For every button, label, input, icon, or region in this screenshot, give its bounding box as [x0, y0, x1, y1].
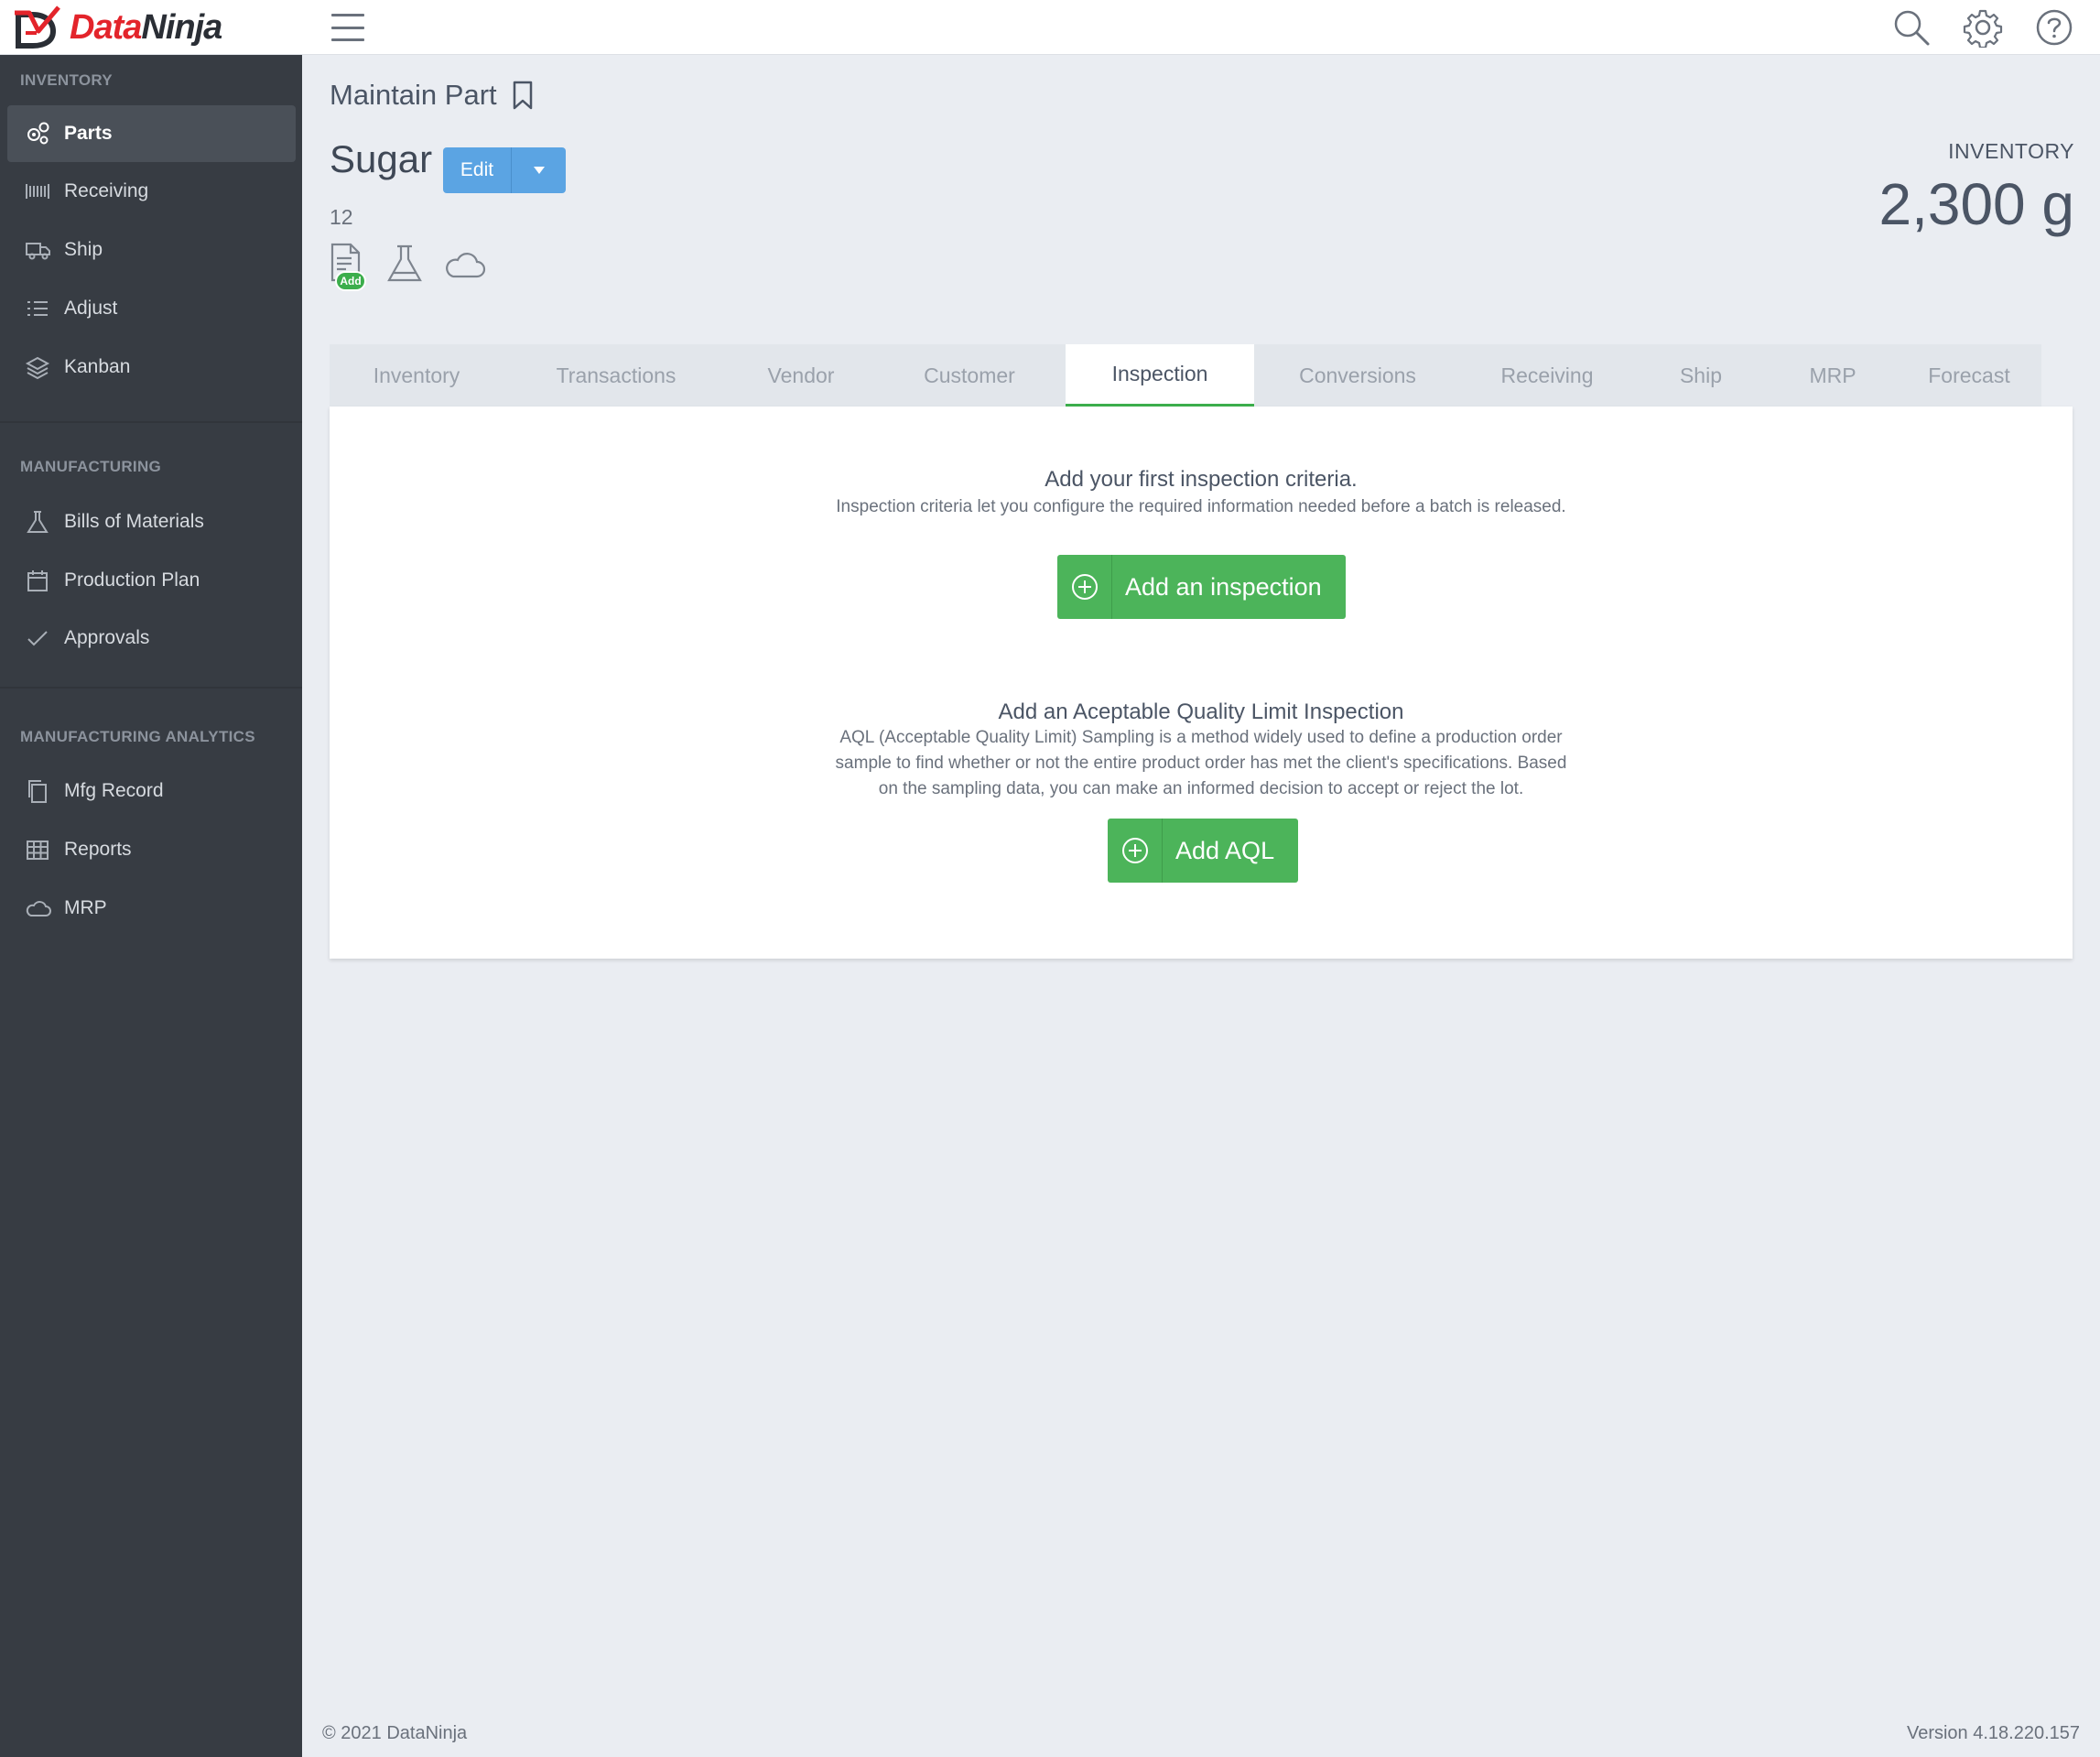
sidebar-item-label: Production Plan	[64, 569, 200, 591]
edit-dropdown-toggle[interactable]	[511, 147, 566, 193]
sidebar-item-label: Reports	[64, 839, 132, 860]
inspection-description: Inspection criteria let you configure th…	[836, 497, 1566, 516]
sidebar-item-label: Kanban	[64, 356, 131, 377]
app-logo[interactable]: DataNinja	[13, 5, 222, 49]
part-number: 12	[330, 205, 353, 229]
tab-mrp[interactable]: MRP	[1769, 344, 1897, 407]
layers-icon	[24, 353, 51, 381]
gears-icon	[24, 120, 51, 147]
menu-icon[interactable]	[330, 11, 366, 44]
sidebar-item-parts[interactable]: Parts	[7, 105, 296, 162]
aql-description-line-2: sample to find whether or not the entire…	[835, 754, 1567, 773]
sidebar-item-production-plan[interactable]: Production Plan	[7, 552, 296, 609]
tab-ship[interactable]: Ship	[1633, 344, 1769, 407]
flask-icon[interactable]	[384, 242, 425, 286]
sidebar: INVENTORY Parts Receiving Ship Adjust Ka…	[0, 55, 302, 1757]
barcode-icon	[24, 178, 51, 205]
search-icon[interactable]	[1891, 7, 1932, 48]
part-tabs: Inventory Transactions Vendor Customer I…	[330, 344, 2041, 407]
tab-transactions[interactable]: Transactions	[503, 344, 729, 407]
sidebar-item-label: Parts	[64, 123, 113, 144]
sidebar-item-ship[interactable]: Ship	[7, 222, 296, 278]
caret-down-icon	[533, 167, 545, 174]
part-name: Sugar	[330, 137, 433, 180]
add-aql-label: Add AQL	[1175, 836, 1275, 864]
sidebar-item-mrp[interactable]: MRP	[7, 880, 296, 937]
sidebar-item-label: MRP	[64, 897, 107, 918]
sidebar-item-bills-of-materials[interactable]: Bills of Materials	[7, 493, 296, 550]
bookmark-icon[interactable]	[510, 80, 536, 111]
sidebar-divider	[0, 687, 302, 689]
tab-receiving[interactable]: Receiving	[1461, 344, 1633, 407]
sidebar-item-label: Adjust	[64, 298, 118, 319]
sidebar-section-inventory: INVENTORY	[20, 71, 113, 89]
flask-icon	[24, 508, 51, 536]
add-inspection-label: Add an inspection	[1125, 572, 1322, 601]
sidebar-item-kanban[interactable]: Kanban	[7, 339, 296, 396]
aql-intro: Add an Aceptable Quality Limit Inspectio…	[330, 700, 2073, 802]
sidebar-item-label: Approvals	[64, 627, 150, 648]
page-title: Maintain Part	[330, 79, 536, 112]
sidebar-section-manufacturing: MANUFACTURING	[20, 458, 162, 475]
tab-forecast[interactable]: Forecast	[1897, 344, 2041, 407]
aql-description-line-1: AQL (Acceptable Quality Limit) Sampling …	[839, 728, 1563, 747]
aql-title: Add an Aceptable Quality Limit Inspectio…	[998, 700, 1404, 724]
dataninja-logo-icon	[15, 5, 60, 49]
add-inspection-button[interactable]: Add an inspection	[1057, 555, 1346, 619]
sidebar-item-receiving[interactable]: Receiving	[7, 163, 296, 220]
edit-button[interactable]: Edit	[443, 147, 511, 193]
tab-inventory[interactable]: Inventory	[330, 344, 503, 407]
cloud-icon[interactable]	[441, 242, 489, 286]
table-icon	[24, 836, 51, 863]
tab-inspection[interactable]: Inspection	[1066, 344, 1254, 407]
check-icon	[24, 624, 51, 652]
truck-icon	[24, 236, 51, 264]
calendar-icon	[24, 567, 51, 594]
top-bar: DataNinja	[0, 0, 2100, 55]
logo-text: DataNinja	[70, 7, 222, 47]
aql-description-line-3: on the sampling data, you can make an in…	[878, 779, 1524, 798]
list-icon	[24, 295, 51, 322]
tab-vendor[interactable]: Vendor	[729, 344, 873, 407]
sidebar-item-adjust[interactable]: Adjust	[7, 280, 296, 337]
inventory-value: 2,300 g	[1878, 171, 2074, 237]
page-title-text: Maintain Part	[330, 79, 497, 111]
add-aql-button[interactable]: Add AQL	[1108, 819, 1299, 883]
sidebar-item-approvals[interactable]: Approvals	[7, 610, 296, 667]
inspection-title: Add your first inspection criteria.	[1045, 467, 1358, 492]
help-icon[interactable]	[2034, 7, 2074, 48]
plus-circle-icon	[1108, 819, 1163, 883]
part-action-icons: Add	[328, 242, 489, 291]
gear-icon[interactable]	[1963, 7, 2003, 49]
sidebar-item-reports[interactable]: Reports	[7, 821, 296, 878]
sidebar-item-label: Ship	[64, 239, 103, 260]
copy-icon	[24, 777, 51, 805]
add-document-icon[interactable]: Add	[328, 242, 368, 291]
sidebar-item-label: Mfg Record	[64, 780, 164, 801]
sidebar-item-label: Receiving	[64, 180, 149, 201]
edit-button-group: Edit	[443, 147, 566, 193]
version-label: Version 4.18.220.157	[1906, 1723, 2080, 1743]
sidebar-section-manufacturing-analytics: MANUFACTURING ANALYTICS	[20, 728, 255, 745]
inspection-intro: Add your first inspection criteria. Insp…	[330, 467, 2073, 520]
sidebar-divider	[0, 421, 302, 423]
cloud-icon	[24, 895, 51, 922]
inspection-panel: Add your first inspection criteria. Insp…	[330, 407, 2073, 959]
sidebar-item-mfg-record[interactable]: Mfg Record	[7, 763, 296, 819]
inventory-label: INVENTORY	[1948, 139, 2074, 163]
copyright: © 2021 DataNinja	[322, 1723, 468, 1743]
plus-circle-icon	[1057, 555, 1112, 619]
add-badge: Add	[335, 271, 366, 291]
sidebar-item-label: Bills of Materials	[64, 511, 204, 532]
tab-customer[interactable]: Customer	[873, 344, 1066, 407]
tab-conversions[interactable]: Conversions	[1254, 344, 1461, 407]
